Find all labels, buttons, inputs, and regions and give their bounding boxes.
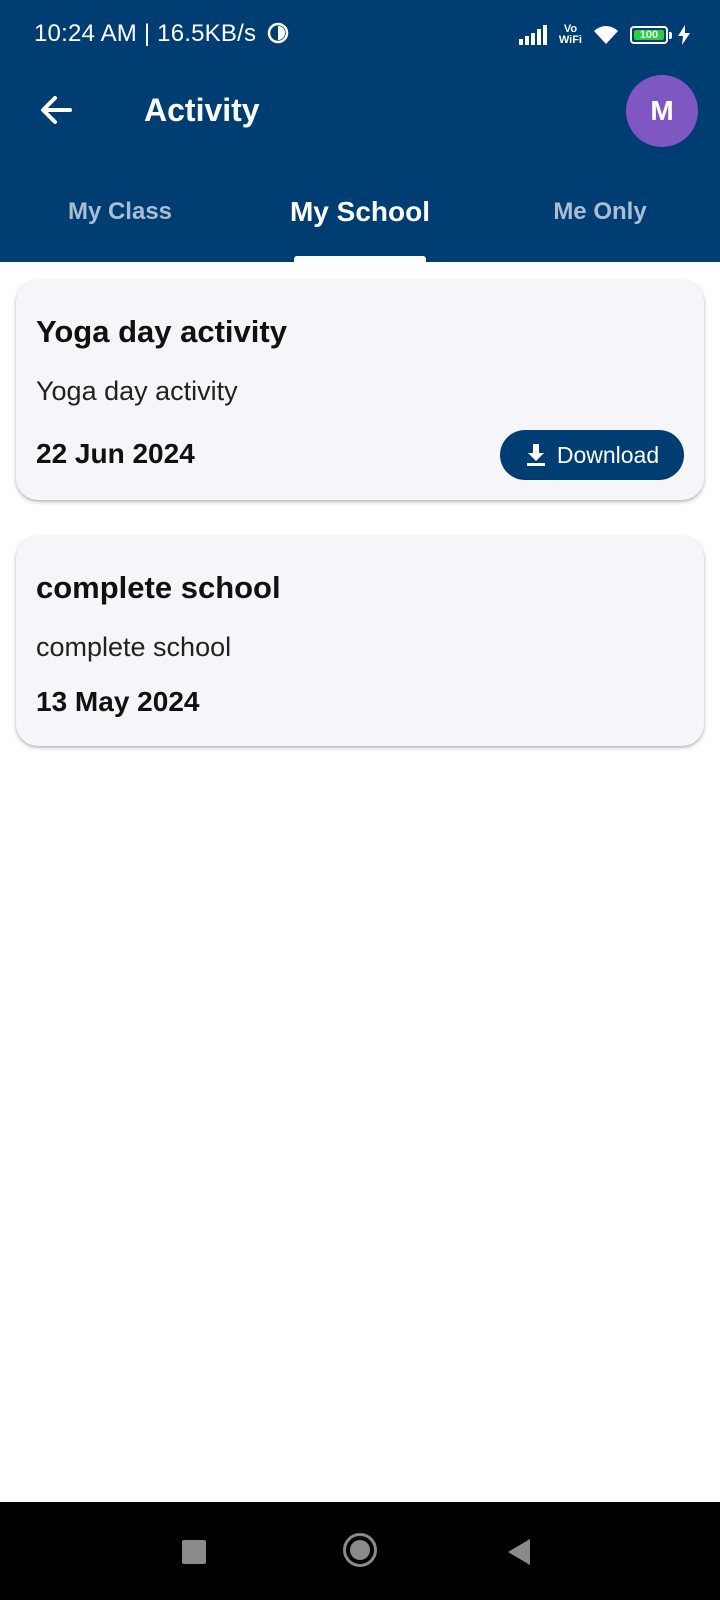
page-title: Activity — [144, 92, 260, 128]
arrow-left-icon — [41, 96, 72, 124]
back-triangle-icon[interactable] — [508, 1539, 530, 1565]
avatar-initial: M — [650, 95, 674, 126]
data-saver-icon — [267, 22, 289, 44]
status-time-text: 10:24 AM | 16.5KB/s — [34, 20, 257, 47]
status-icons: Vo WiFi 100 — [518, 20, 690, 50]
tab-me-only[interactable]: Me Only — [480, 182, 720, 242]
back-button[interactable] — [36, 90, 76, 130]
vowifi-indicator: Vo WiFi — [559, 24, 582, 46]
tab-my-school[interactable]: My School — [240, 182, 480, 242]
activity-title: Yoga day activity — [36, 314, 287, 349]
app-header: 10:24 AM | 16.5KB/s Vo WiFi 100 Activity… — [0, 0, 720, 262]
activity-date: 22 Jun 2024 — [36, 438, 195, 469]
vowifi-bottom: WiFi — [558, 34, 582, 46]
avatar[interactable]: M — [626, 75, 698, 147]
activity-date: 13 May 2024 — [36, 686, 200, 717]
charging-icon — [678, 25, 690, 45]
status-time: 10:24 AM | 16.5KB/s — [34, 20, 289, 48]
activity-description: complete school — [36, 632, 232, 662]
battery-icon: 100 — [630, 26, 672, 44]
activity-title: complete school — [36, 570, 281, 605]
battery-level: 100 — [639, 29, 659, 41]
tab-my-class[interactable]: My Class — [0, 182, 240, 242]
signal-icon — [518, 25, 547, 45]
wifi-icon — [594, 26, 618, 44]
home-icon[interactable] — [343, 1533, 377, 1567]
system-nav-bar — [0, 1502, 720, 1600]
active-tab-indicator — [294, 256, 426, 262]
download-button[interactable]: Download — [500, 430, 684, 480]
recent-apps-icon[interactable] — [182, 1540, 206, 1564]
tab-bar: My Class My School Me Only — [0, 182, 720, 262]
status-bar: 10:24 AM | 16.5KB/s Vo WiFi 100 — [0, 0, 720, 70]
activity-card[interactable]: Yoga day activity Yoga day activity 22 J… — [16, 280, 704, 500]
activity-card[interactable]: complete school complete school 13 May 2… — [16, 536, 704, 746]
download-icon — [526, 444, 545, 466]
activity-description: Yoga day activity — [36, 376, 238, 406]
download-label: Download — [556, 441, 660, 468]
